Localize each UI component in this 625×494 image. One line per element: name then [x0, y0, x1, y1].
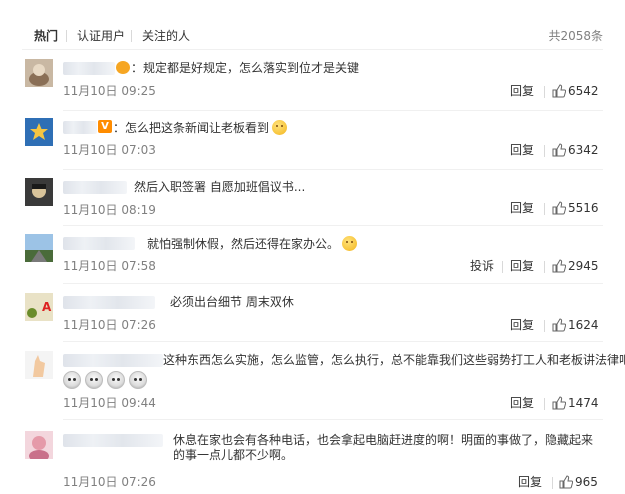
thumbs-up-icon [552, 201, 566, 215]
tab-following[interactable]: 关注的人 [142, 29, 190, 43]
tab-hot[interactable]: 热门 [34, 29, 58, 43]
reply-button[interactable]: 回复 [510, 259, 534, 273]
comment-time: 11月10日 09:25 [63, 84, 156, 98]
reply-button[interactable]: 回复 [510, 84, 534, 98]
action-separator [544, 320, 545, 332]
username-blurred[interactable] [63, 62, 115, 75]
comment-divider [63, 225, 603, 226]
avatar-image: A [25, 293, 53, 321]
crying-emoji-icon [107, 371, 125, 389]
comment-divider [63, 169, 603, 170]
comment-time: 11月10日 07:26 [63, 318, 156, 332]
avatar[interactable] [25, 178, 53, 206]
smile-emoji-icon [272, 120, 288, 135]
action-separator [552, 477, 553, 489]
comment-divider [63, 283, 603, 284]
comment-text: ：怎么把这条新闻让老板看到 [113, 120, 288, 136]
action-separator [544, 203, 545, 215]
username-blurred[interactable] [63, 296, 155, 309]
reply-button[interactable]: 回复 [510, 396, 534, 410]
like-count: 1624 [568, 318, 599, 332]
avatar-image [25, 59, 53, 87]
thumbs-up-icon [552, 143, 566, 157]
comment-tabs: 热门 认证用户 关注的人 共2058条 [0, 0, 625, 52]
action-separator [502, 261, 503, 273]
avatar-image [25, 351, 53, 379]
comment-divider [63, 110, 603, 111]
action-separator [544, 398, 545, 410]
avatar[interactable] [25, 351, 53, 379]
comment-text: 就怕强制休假，然后还得在家办公。 [147, 236, 358, 252]
thumbs-up-icon [552, 318, 566, 332]
reply-button[interactable]: 回复 [510, 318, 534, 332]
svg-text:A: A [42, 300, 52, 314]
like-count: 6342 [568, 143, 599, 157]
reply-button[interactable]: 回复 [518, 475, 542, 489]
reply-button[interactable]: 回复 [510, 143, 534, 157]
comment-time: 11月10日 07:58 [63, 259, 156, 273]
comment-time: 11月10日 07:03 [63, 143, 156, 157]
thumbs-up-icon [552, 396, 566, 410]
like-count: 2945 [568, 259, 599, 273]
action-separator [544, 145, 545, 157]
comment-time: 11月10日 07:26 [63, 475, 156, 489]
username-blurred[interactable] [63, 434, 163, 447]
username-blurred[interactable] [63, 354, 163, 367]
crying-emoji-icon [85, 371, 103, 389]
total-count: 共2058条 [548, 29, 603, 43]
avatar-image [25, 178, 53, 206]
crying-emoji-icon [129, 371, 147, 389]
comment-text: ：规定都是好规定，怎么落实到位才是关键 [131, 61, 360, 75]
avatar[interactable]: A [25, 293, 53, 321]
thumbs-up-icon [552, 259, 566, 273]
comment-text: 必须出台细节 周末双休 [170, 295, 294, 309]
avatar[interactable] [25, 234, 53, 262]
user-badge-icon [116, 61, 130, 74]
like-count: 1474 [568, 396, 599, 410]
reply-button[interactable]: 回复 [510, 201, 534, 215]
comment-text: 休息在家也会有各种电话，也会拿起电脑赶进度的啊！明面的事做了，隐藏起来的事一点儿… [173, 433, 594, 462]
comment-time: 11月10日 09:44 [63, 396, 156, 410]
sweat-emoji-icon [342, 236, 358, 251]
vip-badge-icon: V [98, 120, 112, 133]
avatar-image [25, 431, 53, 459]
tab-separator [131, 30, 132, 42]
like-count: 6542 [568, 84, 599, 98]
like-count: 965 [575, 475, 598, 489]
comment-text: 这种东西怎么实施，怎么监管，怎么执行，总不能靠我们这些弱势打工人和老板讲法律吧 [163, 353, 625, 367]
avatar[interactable] [25, 59, 53, 87]
username-blurred[interactable] [63, 181, 127, 194]
action-separator [544, 261, 545, 273]
tab-separator [66, 30, 67, 42]
tabs-divider [22, 49, 603, 50]
avatar[interactable] [25, 118, 53, 146]
avatar-image [25, 118, 53, 146]
action-separator [544, 86, 545, 98]
crying-emoji-icon [63, 371, 81, 389]
comment-divider [63, 341, 603, 342]
avatar[interactable] [25, 431, 53, 459]
tab-verified-users[interactable]: 认证用户 [77, 29, 125, 43]
comment-time: 11月10日 08:19 [63, 203, 156, 217]
avatar-image [25, 234, 53, 262]
thumbs-up-icon [552, 84, 566, 98]
username-blurred[interactable] [63, 121, 97, 134]
report-button[interactable]: 投诉 [470, 259, 494, 273]
thumbs-up-icon [559, 475, 573, 489]
comment-text: 然后入职签署 自愿加班倡议书... [134, 180, 306, 194]
like-count: 5516 [568, 201, 599, 215]
username-blurred[interactable] [63, 237, 135, 250]
comment-divider [63, 419, 603, 420]
